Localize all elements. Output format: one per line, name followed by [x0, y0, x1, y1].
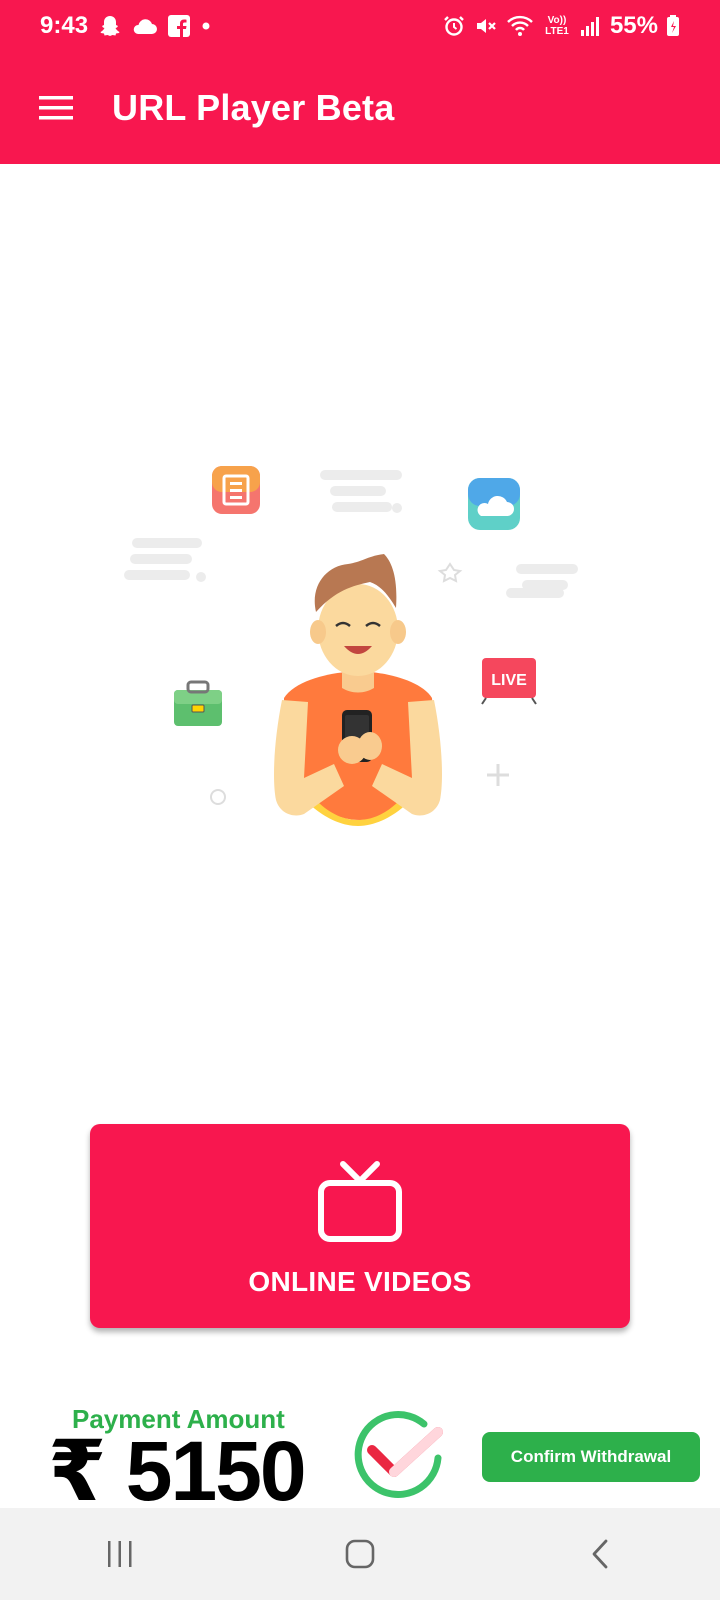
navigation-bar [0, 1508, 720, 1600]
ad-banner[interactable]: Payment Amount ₹ 5150 Confirm Withdrawal [0, 1396, 720, 1518]
battery-icon [666, 15, 680, 37]
person-illustration [274, 554, 442, 826]
lte-indicator: Vo)) LTE1 [545, 15, 569, 37]
live-tv-icon: LIVE [481, 658, 537, 705]
news-icon [212, 466, 260, 514]
wifi-icon [506, 14, 534, 38]
ad-payment-amount: ₹ 5150 [48, 1424, 307, 1518]
home-icon[interactable] [300, 1514, 420, 1594]
snapchat-icon [98, 14, 122, 38]
mute-icon [474, 14, 498, 38]
briefcase-icon [174, 680, 222, 726]
cloud-status-icon [132, 16, 158, 36]
online-videos-label: ONLINE VIDEOS [248, 1265, 472, 1297]
signal-icon [580, 15, 602, 37]
online-videos-button[interactable]: ONLINE VIDEOS [90, 1124, 630, 1328]
checkmark-icon [352, 1406, 448, 1507]
status-bar: 9:43 Vo)) LTE1 55% [0, 0, 720, 52]
hamburger-menu-icon[interactable] [0, 52, 112, 164]
facebook-icon [168, 15, 191, 37]
notification-dot-icon [200, 20, 212, 32]
tv-icon [317, 1160, 403, 1248]
recent-apps-icon[interactable] [60, 1514, 180, 1594]
confirm-withdrawal-button[interactable]: Confirm Withdrawal [482, 1432, 700, 1482]
battery-percent: 55% [609, 12, 658, 39]
status-time: 9:43 [40, 12, 89, 39]
back-icon[interactable] [540, 1514, 660, 1594]
app-bar: URL Player Beta [0, 52, 720, 164]
alarm-icon [442, 14, 466, 38]
cloud-icon [468, 478, 520, 530]
svg-text:LIVE: LIVE [491, 672, 527, 689]
app-title: URL Player Beta [112, 87, 395, 128]
hero-illustration: LIVE [120, 460, 600, 860]
